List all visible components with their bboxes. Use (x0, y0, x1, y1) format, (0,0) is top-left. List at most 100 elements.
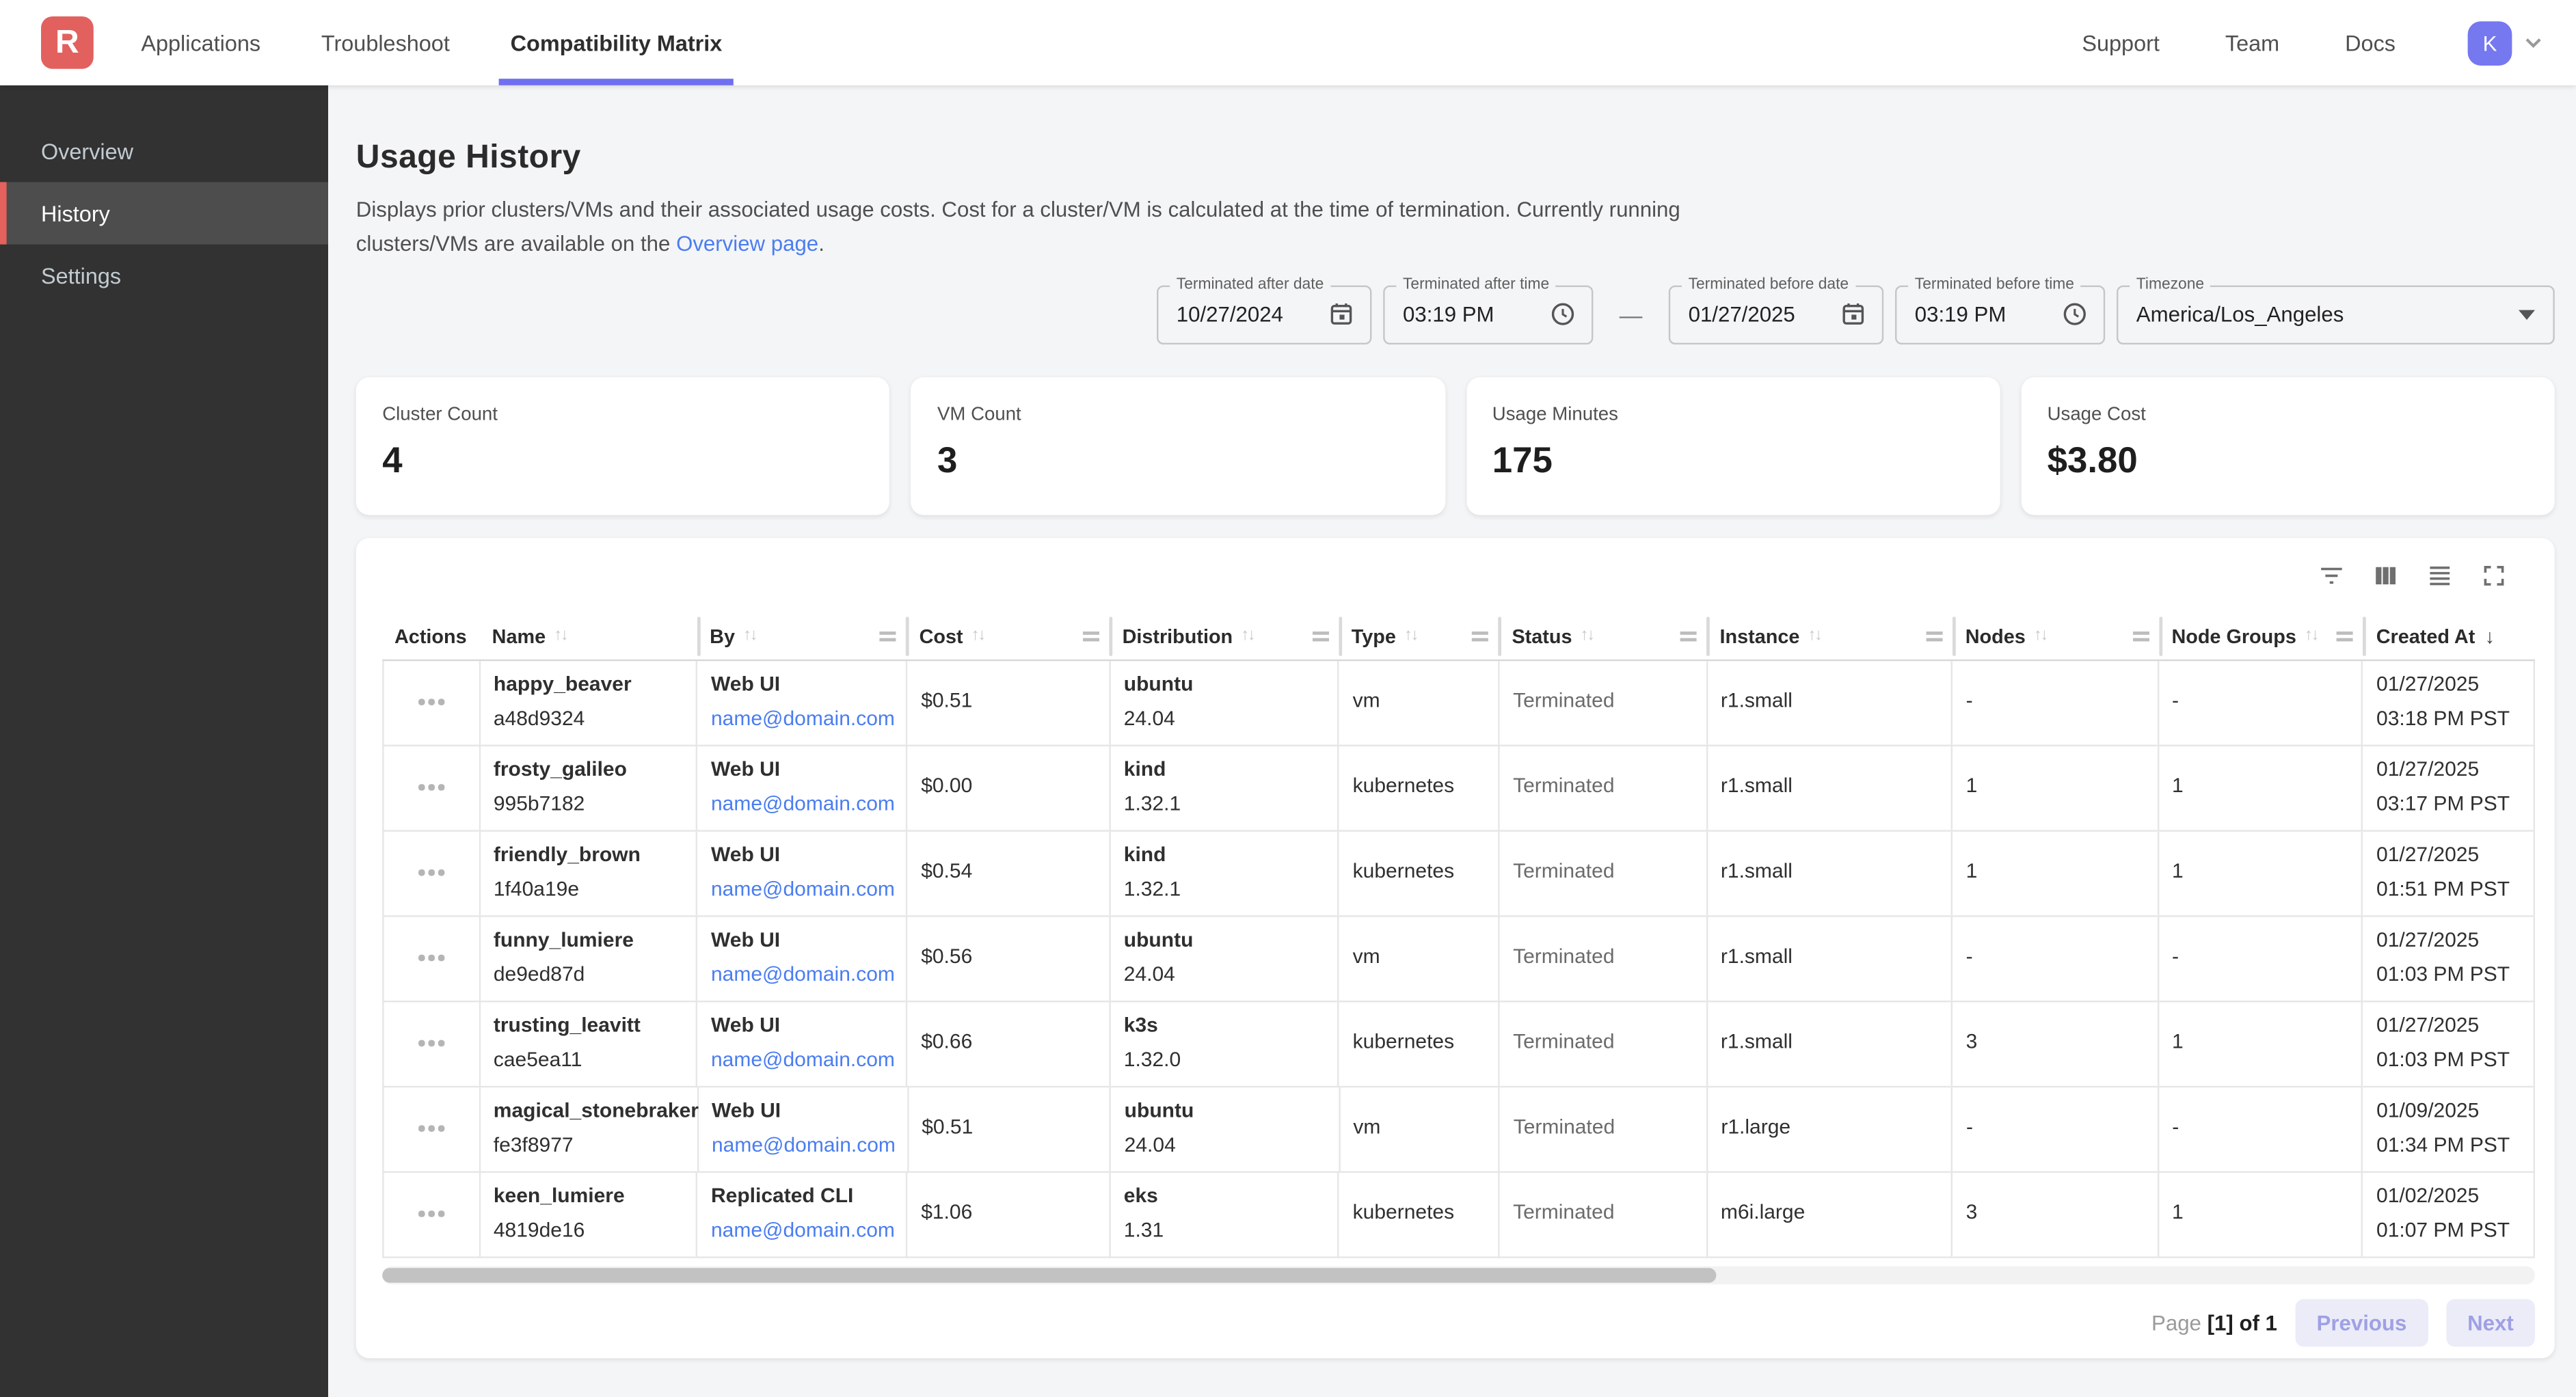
created-by-email-link[interactable]: name@domain.com (711, 1218, 893, 1244)
row-actions-button[interactable] (412, 863, 451, 882)
column-header-nodes[interactable]: Nodes ↑↓ (1953, 613, 2159, 659)
sidebar-item-history[interactable]: History (0, 182, 328, 244)
instance-value: r1.small (1721, 1031, 1938, 1057)
actions-cell (384, 917, 481, 1000)
overview-page-link[interactable]: Overview page (676, 231, 818, 256)
column-resize-handle[interactable] (1926, 631, 1942, 640)
type-value: kubernetes (1353, 860, 1486, 886)
sidebar-item-settings[interactable]: Settings (0, 245, 328, 307)
name-cell: magical_stonebraker fe3f8977 (481, 1087, 699, 1170)
terminated-before-time-field[interactable]: Terminated before time 03:19 PM (1895, 285, 2105, 344)
row-actions-button[interactable] (412, 1204, 451, 1223)
sort-arrows-icon[interactable]: ↑↓ (971, 627, 984, 645)
nav-tab-applications[interactable]: Applications (138, 0, 264, 85)
column-header-name[interactable]: Name ↑↓ (479, 613, 696, 659)
terminated-before-date-field[interactable]: Terminated before date 01/27/2025 (1669, 285, 1883, 344)
sort-arrows-icon[interactable]: ↑↓ (2305, 627, 2318, 645)
sidebar-item-overview[interactable]: Overview (0, 120, 328, 182)
account-menu[interactable]: K (2468, 21, 2547, 65)
clock-icon[interactable] (2061, 300, 2089, 328)
avatar[interactable]: K (2468, 21, 2512, 65)
nodes-cell: - (1953, 1087, 2159, 1170)
sorted-desc-icon[interactable]: ↓ (2485, 624, 2495, 647)
column-resize-handle[interactable] (2337, 631, 2353, 640)
column-resize-handle[interactable] (880, 631, 896, 640)
column-resize-handle[interactable] (1473, 631, 1489, 640)
column-separator (1109, 616, 1112, 655)
column-header-actions[interactable]: Actions (382, 613, 479, 659)
distribution-name: ubuntu (1124, 928, 1325, 954)
by-cell: Web UI name@domain.com (699, 1087, 909, 1170)
terminated-after-date-value[interactable]: 10/27/2024 (1177, 302, 1328, 327)
sort-arrows-icon[interactable]: ↑↓ (1404, 627, 1417, 645)
terminated-after-date-field[interactable]: Terminated after date 10/27/2024 (1157, 285, 1371, 344)
sort-arrows-icon[interactable]: ↑↓ (743, 627, 756, 645)
row-actions-button[interactable] (412, 1034, 451, 1053)
type-cell: vm (1339, 660, 1499, 744)
column-header-created_at[interactable]: Created At ↓ (2363, 613, 2535, 659)
created-by-email-link[interactable]: name@domain.com (711, 877, 893, 903)
nav-tab-compatibility-matrix[interactable]: Compatibility Matrix (507, 0, 725, 85)
column-separator (2363, 616, 2367, 655)
pagination: Page [1] of 1 Previous Next (382, 1299, 2535, 1346)
column-header-cost[interactable]: Cost ↑↓ (906, 613, 1109, 659)
column-separator (2158, 616, 2162, 655)
row-actions-button[interactable] (412, 949, 451, 968)
created-time: 01:07 PM PST (2376, 1218, 2520, 1244)
nav-tab-troubleshoot[interactable]: Troubleshoot (318, 0, 453, 85)
timezone-value[interactable]: America/Los_Angeles (2136, 302, 2519, 327)
created-date: 01/27/2025 (2376, 928, 2520, 954)
node-groups-cell: - (2159, 660, 2363, 744)
sort-arrows-icon[interactable]: ↑↓ (554, 627, 567, 645)
column-header-distribution[interactable]: Distribution ↑↓ (1109, 613, 1338, 659)
terminated-before-date-value[interactable]: 01/27/2025 (1689, 302, 1840, 327)
table-row: friendly_brown 1f40a19e Web UI name@doma… (382, 831, 2535, 917)
fullscreen-icon[interactable] (2479, 560, 2508, 590)
column-header-by[interactable]: By ↑↓ (697, 613, 906, 659)
status-cell: Terminated (1501, 1087, 1708, 1170)
sort-arrows-icon[interactable]: ↑↓ (1808, 627, 1821, 645)
next-page-button[interactable]: Next (2446, 1299, 2535, 1346)
main-content: Usage History Displays prior clusters/VM… (328, 85, 2576, 1397)
column-header-status[interactable]: Status ↑↓ (1499, 613, 1706, 659)
created-by-email-link[interactable]: name@domain.com (711, 1048, 893, 1074)
previous-page-button[interactable]: Previous (2295, 1299, 2428, 1346)
terminated-after-time-field[interactable]: Terminated after time 03:19 PM (1383, 285, 1593, 344)
terminated-before-time-value[interactable]: 03:19 PM (1915, 302, 2061, 327)
column-header-node_groups[interactable]: Node Groups ↑↓ (2158, 613, 2363, 659)
density-icon[interactable] (2425, 560, 2454, 590)
created-by-email-link[interactable]: name@domain.com (711, 791, 893, 817)
clock-icon[interactable] (1549, 300, 1577, 328)
row-actions-button[interactable] (412, 693, 451, 712)
scrollbar-thumb[interactable] (382, 1267, 1717, 1282)
brand-logo[interactable]: R (41, 16, 94, 69)
columns-icon[interactable] (2371, 560, 2400, 590)
column-resize-handle[interactable] (1680, 631, 1697, 640)
nav-link-support[interactable]: Support (2082, 30, 2160, 55)
calendar-icon[interactable] (1328, 300, 1356, 328)
created-by-source: Web UI (712, 1099, 894, 1125)
column-resize-handle[interactable] (1312, 631, 1328, 640)
column-resize-handle[interactable] (2132, 631, 2149, 640)
nav-link-team[interactable]: Team (2225, 30, 2279, 55)
column-header-type[interactable]: Type ↑↓ (1339, 613, 1499, 659)
sort-arrows-icon[interactable]: ↑↓ (1241, 627, 1254, 645)
column-resize-handle[interactable] (1083, 631, 1099, 640)
row-actions-button[interactable] (412, 1120, 451, 1139)
stats-row: Cluster Count 4 VM Count 3 Usage Minutes… (356, 377, 2555, 515)
nav-link-docs[interactable]: Docs (2345, 30, 2396, 55)
by-cell: Replicated CLI name@domain.com (698, 1172, 908, 1256)
created-by-email-link[interactable]: name@domain.com (711, 706, 893, 732)
created-by-email-link[interactable]: name@domain.com (711, 962, 893, 988)
row-actions-button[interactable] (412, 778, 451, 797)
calendar-icon[interactable] (1839, 300, 1867, 328)
terminated-after-time-value[interactable]: 03:19 PM (1403, 302, 1549, 327)
created-by-email-link[interactable]: name@domain.com (712, 1132, 894, 1158)
sort-arrows-icon[interactable]: ↑↓ (1581, 627, 1594, 645)
status-cell: Terminated (1500, 660, 1708, 744)
timezone-select[interactable]: Timezone America/Los_Angeles (2117, 285, 2555, 344)
sort-arrows-icon[interactable]: ↑↓ (2034, 627, 2047, 645)
filter-icon[interactable] (2317, 560, 2346, 590)
column-header-instance[interactable]: Instance ↑↓ (1706, 613, 1952, 659)
cost-cell: $0.00 (908, 746, 1111, 829)
